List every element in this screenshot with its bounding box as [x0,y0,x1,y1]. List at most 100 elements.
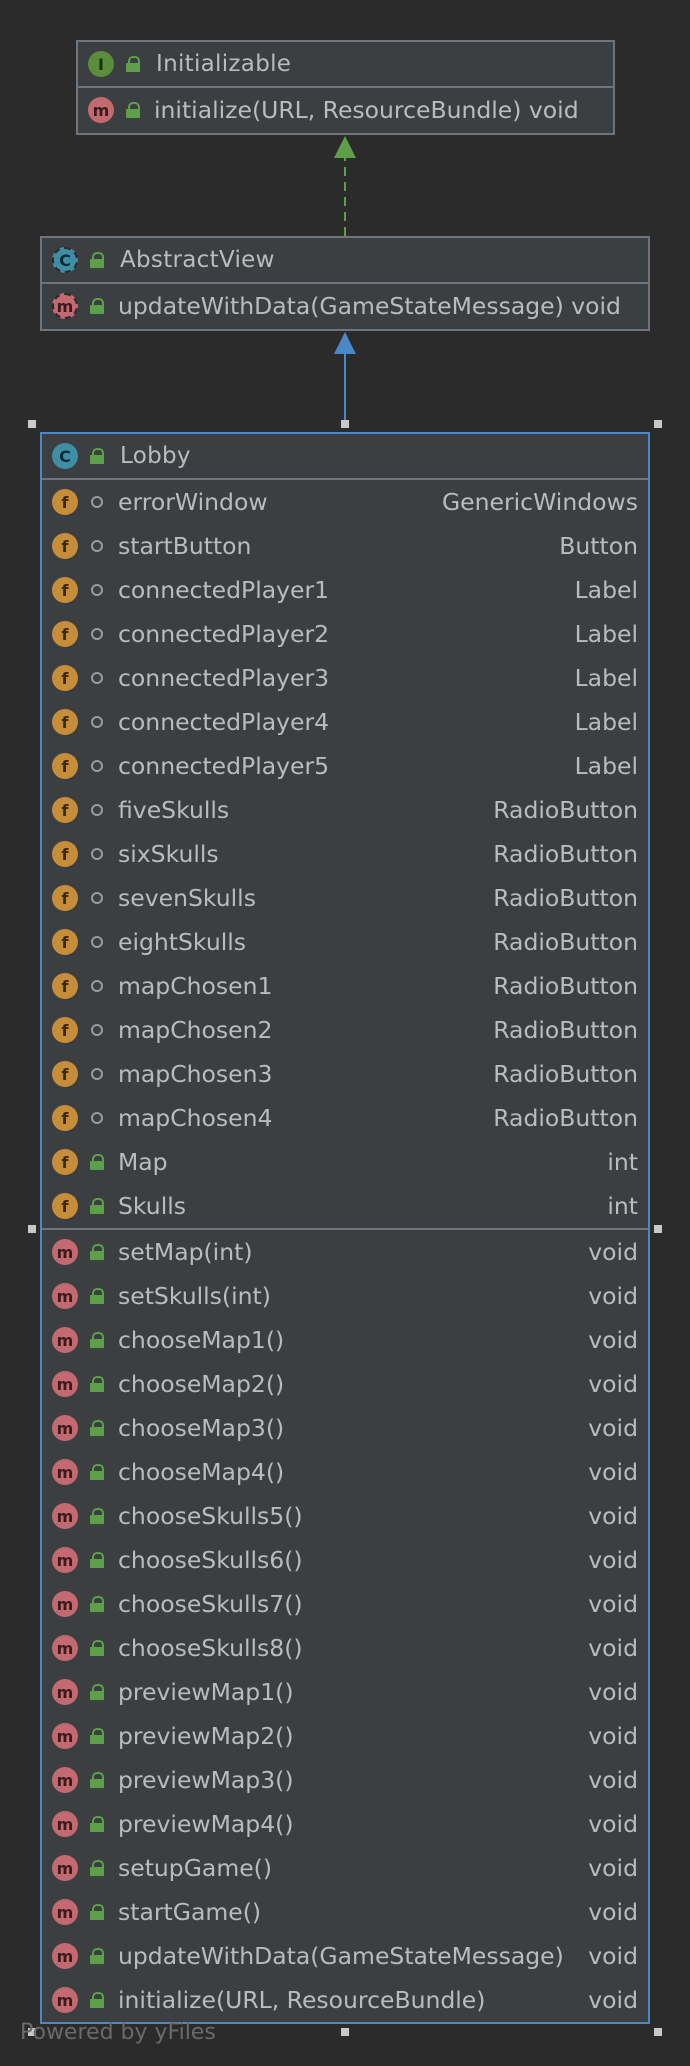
member-type: void [588,1414,638,1442]
lobby-class-node[interactable]: C Lobby f errorWindow GenericWindows f start… [40,432,650,2024]
abstractview-class-node[interactable]: C AbstractView m updateWithData(GameState… [40,236,650,331]
field-row[interactable]: f eightSkulls RadioButton [42,920,648,964]
class-badge-icon: C [52,443,78,469]
member-name: sevenSkulls [118,884,256,912]
method-badge-icon: m [52,1591,78,1617]
member-name: chooseMap3() [118,1414,285,1442]
resize-handle-bottom-right[interactable] [654,2028,662,2036]
member-name: connectedPlayer2 [118,620,330,648]
member-type: void [588,1678,638,1706]
method-row[interactable]: m chooseMap1() void [42,1318,648,1362]
method-row[interactable]: m chooseSkulls8() void [42,1626,648,1670]
method-row[interactable]: m initialize(URL, ResourceBundle) void [42,1978,648,2022]
member-type: void [588,1810,638,1838]
member-name: chooseMap2() [118,1370,285,1398]
member-name: setSkulls(int) [118,1282,271,1310]
field-badge-icon: f [52,973,78,999]
method-row[interactable]: m chooseSkulls5() void [42,1494,648,1538]
public-lock-icon [84,1195,110,1217]
public-lock-icon [84,1151,110,1173]
initializable-interface-node[interactable]: I Initializable m initialize(URL, Resourc… [76,40,615,135]
public-lock-icon [84,1461,110,1483]
member-name: mapChosen3 [118,1060,273,1088]
field-row[interactable]: f connectedPlayer5 Label [42,744,648,788]
method-badge-icon: m [52,1635,78,1661]
field-row[interactable]: f mapChosen4 RadioButton [42,1096,648,1140]
package-private-icon [84,579,110,601]
method-row[interactable]: m previewMap4() void [42,1802,648,1846]
method-row[interactable]: m setMap(int) void [42,1230,648,1274]
field-row[interactable]: f startButton Button [42,524,648,568]
yfiles-watermark: Powered by yFiles [20,2020,216,2045]
field-row[interactable]: f errorWindow GenericWindows [42,480,648,524]
method-row[interactable]: m updateWithData(GameStateMessage) void [42,1934,648,1978]
public-lock-icon [84,1417,110,1439]
field-row[interactable]: f fiveSkulls RadioButton [42,788,648,832]
field-row[interactable]: f mapChosen1 RadioButton [42,964,648,1008]
public-lock-icon [84,1901,110,1923]
field-row[interactable]: f connectedPlayer2 Label [42,612,648,656]
method-row[interactable]: m previewMap1() void [42,1670,648,1714]
method-row[interactable]: m chooseSkulls7() void [42,1582,648,1626]
method-row[interactable]: m setSkulls(int) void [42,1274,648,1318]
member-type: void [588,1590,638,1618]
member-name: chooseSkulls6() [118,1546,303,1574]
field-row[interactable]: f mapChosen2 RadioButton [42,1008,648,1052]
method-badge-icon: m [52,1987,78,2013]
member-name: updateWithData(GameStateMessage) [118,1942,564,1970]
method-badge-icon: m [88,97,114,123]
member-name: setupGame() [118,1854,273,1882]
member-name: fiveSkulls [118,796,230,824]
package-private-icon [84,1107,110,1129]
member-name: sixSkulls [118,840,219,868]
field-row[interactable]: f sevenSkulls RadioButton [42,876,648,920]
method-row[interactable]: m chooseMap4() void [42,1450,648,1494]
method-row[interactable]: m setupGame() void [42,1846,648,1890]
member-type: Label [574,708,638,736]
member-type: void [588,1854,638,1882]
public-lock-icon [84,1945,110,1967]
method-badge-icon: m [52,1283,78,1309]
resize-handle-middle-right[interactable] [654,1225,662,1233]
interface-badge-icon: I [88,51,114,77]
method-badge-icon: m [52,1899,78,1925]
resize-handle-top-left[interactable] [28,420,36,428]
field-row[interactable]: f mapChosen3 RadioButton [42,1052,648,1096]
resize-handle-top-center[interactable] [341,420,349,428]
field-row[interactable]: f sixSkulls RadioButton [42,832,648,876]
member-type: Label [574,620,638,648]
field-badge-icon: f [52,753,78,779]
public-lock-icon [84,1373,110,1395]
method-row[interactable]: m previewMap2() void [42,1714,648,1758]
inheritance-arrowhead [334,332,356,354]
method-badge-icon: m [52,1547,78,1573]
field-badge-icon: f [52,577,78,603]
lobby-header: C Lobby [42,434,648,480]
field-row[interactable]: f connectedPlayer4 Label [42,700,648,744]
method-row[interactable]: m initialize(URL, ResourceBundle) void [78,88,613,132]
field-row[interactable]: f Skulls int [42,1184,648,1228]
method-badge-icon: m [52,1371,78,1397]
package-private-icon [84,711,110,733]
method-row[interactable]: m previewMap3() void [42,1758,648,1802]
package-private-icon [84,623,110,645]
method-row[interactable]: m chooseSkulls6() void [42,1538,648,1582]
method-row[interactable]: m updateWithData(GameStateMessage) void [42,284,648,328]
member-type: void [588,1722,638,1750]
field-row[interactable]: f Map int [42,1140,648,1184]
resize-handle-bottom-center[interactable] [341,2028,349,2036]
method-row[interactable]: m startGame() void [42,1890,648,1934]
method-row[interactable]: m chooseMap3() void [42,1406,648,1450]
field-row[interactable]: f connectedPlayer3 Label [42,656,648,700]
method-badge-icon: m [52,1943,78,1969]
field-badge-icon: f [52,797,78,823]
field-badge-icon: f [52,841,78,867]
abstractview-title: AbstractView [120,247,275,273]
member-type: Button [559,532,638,560]
method-row[interactable]: m chooseMap2() void [42,1362,648,1406]
resize-handle-top-right[interactable] [654,420,662,428]
resize-handle-middle-left[interactable] [28,1225,36,1233]
member-name: chooseMap1() [118,1326,285,1354]
public-lock-icon [84,1329,110,1351]
field-row[interactable]: f connectedPlayer1 Label [42,568,648,612]
